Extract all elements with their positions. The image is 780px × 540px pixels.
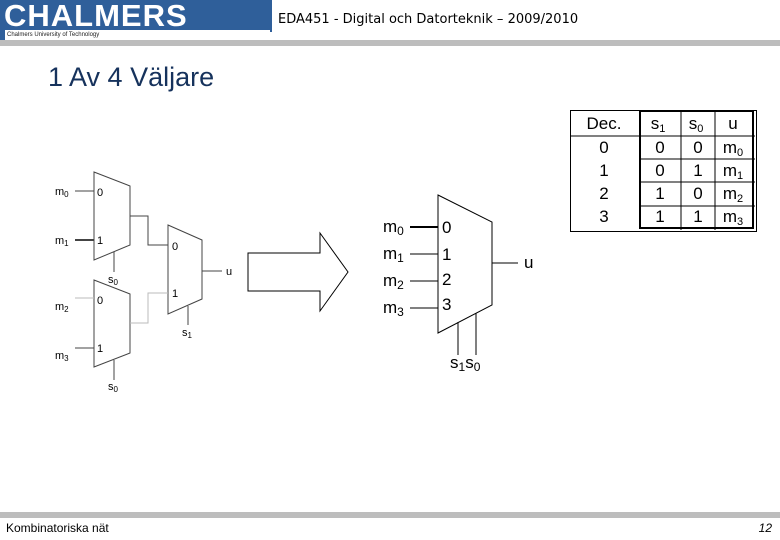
mux-top-in1: 1 <box>97 235 103 247</box>
right-label-m0: m0 <box>383 217 404 238</box>
truth-table: Dec. s1 s0 u 0 0 0 m0 1 0 1 m1 2 1 0 m2 … <box>570 110 755 230</box>
footer-bar <box>0 512 780 518</box>
footer-topic: Kombinatoriska nät <box>6 521 109 535</box>
tt-cell: m2 <box>723 184 743 205</box>
tt-cell: 0 <box>599 138 608 157</box>
tt-cell: 1 <box>599 161 608 180</box>
tt-cell: 0 <box>655 161 664 180</box>
tt-cell: 2 <box>599 184 608 203</box>
label-s0-top: s0 <box>108 274 119 287</box>
tt-cell: 3 <box>599 207 608 226</box>
left-circuit-diagram: m0 m1 m2 m3 0 1 0 1 0 1 s0 s0 s1 u m0 m1… <box>55 171 533 394</box>
tt-cell: 1 <box>655 184 664 203</box>
mux-bottom-in0: 0 <box>97 295 103 307</box>
tt-cell: m3 <box>723 207 743 228</box>
label-m0: m0 <box>55 186 69 199</box>
tt-cell: m1 <box>723 161 743 182</box>
mux-final <box>167 224 203 315</box>
right-label-m1: m1 <box>383 244 404 265</box>
tt-cell: 0 <box>693 138 702 157</box>
right-arrow-icon <box>247 231 349 313</box>
mux-final-in0: 0 <box>172 241 178 253</box>
right-label-u: u <box>524 253 533 272</box>
label-m3: m3 <box>55 350 69 363</box>
label-s1: s1 <box>182 327 193 340</box>
th-dec: Dec. <box>587 114 622 133</box>
th-s0: s0 <box>689 114 704 135</box>
label-s0-bottom: s0 <box>108 381 119 394</box>
port-0: 0 <box>442 218 451 237</box>
port-3: 3 <box>442 295 451 314</box>
label-m1: m1 <box>55 235 69 248</box>
tt-cell: 1 <box>655 207 664 226</box>
tt-cell: 1 <box>693 207 702 226</box>
page-number: 12 <box>758 521 772 535</box>
th-u: u <box>728 114 737 133</box>
tt-cell: m0 <box>723 138 743 159</box>
right-label-m3: m3 <box>383 298 404 319</box>
mux-final-in1: 1 <box>172 288 178 300</box>
port-2: 2 <box>442 270 451 289</box>
tt-cell: 0 <box>693 184 702 203</box>
th-s1: s1 <box>651 114 666 135</box>
right-label-s1s0: s1s0 <box>450 353 481 374</box>
port-1: 1 <box>442 245 451 264</box>
label-u-left: u <box>226 266 232 278</box>
label-m2: m2 <box>55 301 69 314</box>
mux-top-in0: 0 <box>97 187 103 199</box>
tt-cell: 0 <box>655 138 664 157</box>
mux-bottom-in1: 1 <box>97 343 103 355</box>
tt-cell: 1 <box>693 161 702 180</box>
right-label-m2: m2 <box>383 271 404 292</box>
